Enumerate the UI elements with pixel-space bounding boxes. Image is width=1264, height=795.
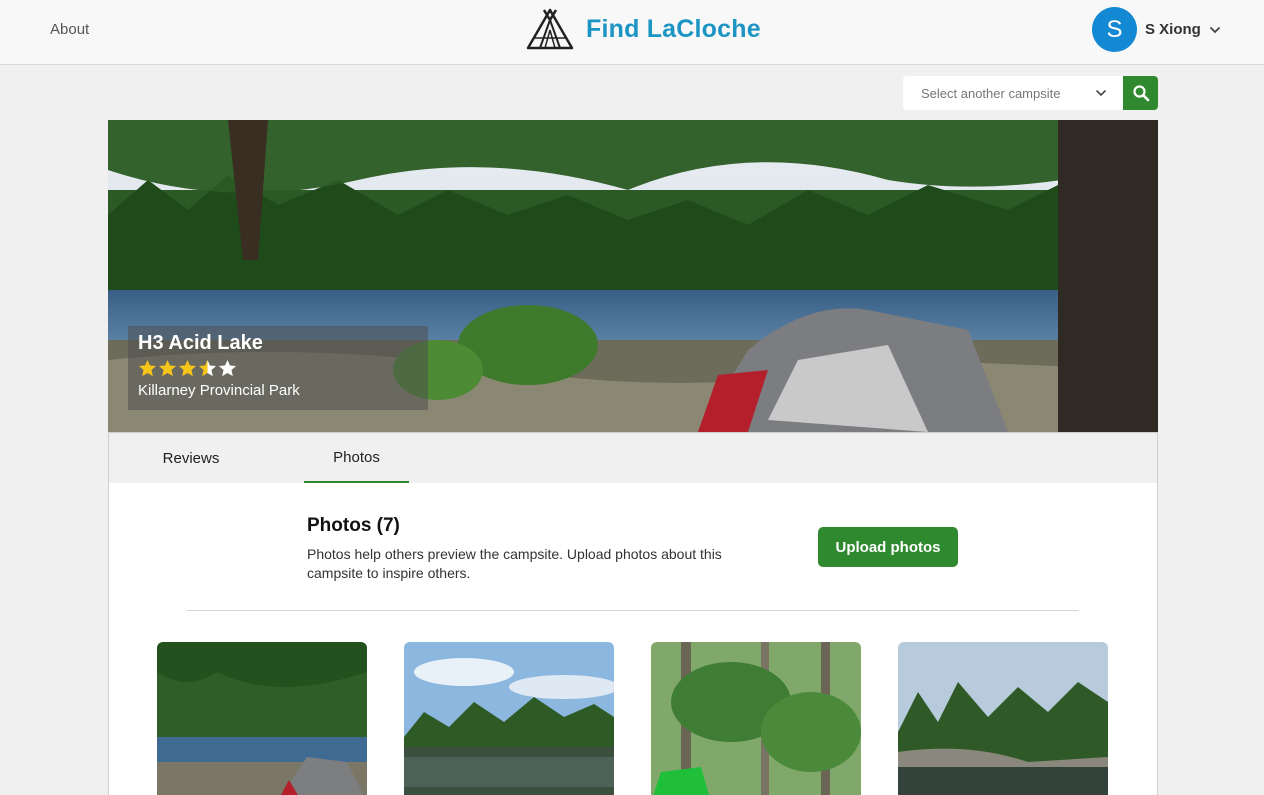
brand-name: Find LaCloche [586,14,761,43]
campsite-info-overlay: H3 Acid Lake Killarney Provincial Park [128,326,428,410]
avatar: S [1092,7,1137,52]
brand[interactable]: Find LaCloche [526,8,761,50]
campsite-select-placeholder: Select another campsite [921,85,1061,101]
star-icon [218,359,237,377]
photos-description: Photos help others preview the campsite.… [307,546,722,581]
tab-photos[interactable]: Photos [304,433,409,484]
star-icon [138,359,157,377]
chevron-down-icon [1096,90,1106,97]
rating-stars [138,359,418,378]
search-button[interactable] [1123,76,1158,110]
photos-panel: Photos (7) Photos help others preview th… [108,483,1158,795]
photo-thumbnail[interactable] [898,642,1108,795]
photo-thumbnail[interactable] [404,642,614,795]
user-name: S Xiong [1145,21,1201,38]
tab-bar: Reviews Photos [108,432,1158,484]
campsite-select[interactable]: Select another campsite [903,76,1123,110]
search-icon [1132,85,1149,102]
tab-reviews[interactable]: Reviews [109,433,273,484]
star-icon [178,359,197,377]
divider [187,610,1079,611]
star-icon [158,359,177,377]
user-menu[interactable]: S S Xiong [1092,7,1221,52]
photo-thumbnail[interactable] [157,642,367,795]
tent-logo-icon [526,8,574,50]
star-icon [198,359,217,377]
photo-thumbnail[interactable] [651,642,861,795]
park-name: Killarney Provincial Park [138,382,300,399]
campsite-hero-image: H3 Acid Lake Killarney Provincial Park [108,120,1158,432]
upload-photos-button[interactable]: Upload photos [818,527,958,567]
photos-title: Photos (7) [307,515,400,536]
chevron-down-icon [1209,26,1220,33]
campsite-name: H3 Acid Lake [138,332,263,354]
about-link[interactable]: About [50,21,89,38]
top-navbar: About Find LaCloche S S Xiong [0,0,1264,65]
